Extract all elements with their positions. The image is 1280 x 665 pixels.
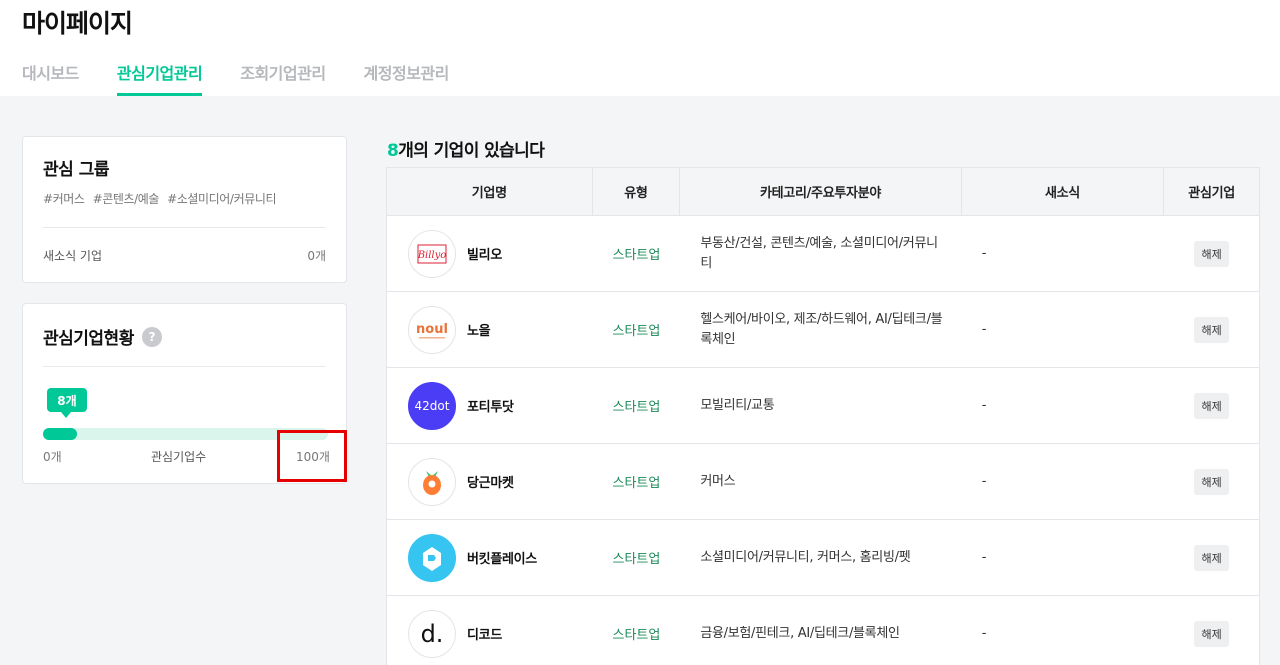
company-count-number: 8 bbox=[387, 141, 399, 161]
svg-text:d.: d. bbox=[421, 620, 444, 648]
tag: #커머스 bbox=[43, 192, 85, 206]
unfollow-button[interactable]: 해제 bbox=[1194, 468, 1229, 495]
company-type: 스타트업 bbox=[612, 400, 661, 415]
unfollow-button[interactable]: 해제 bbox=[1194, 316, 1229, 343]
company-type: 스타트업 bbox=[612, 248, 661, 263]
col-type: 유형 bbox=[593, 168, 681, 215]
company-news: - bbox=[981, 626, 987, 641]
company-category: 모빌리티/교통 bbox=[700, 397, 775, 413]
company-news: - bbox=[981, 246, 987, 261]
unfollow-button[interactable]: 해제 bbox=[1194, 240, 1229, 267]
company-name[interactable]: 당근마켓 bbox=[467, 472, 514, 491]
page-title: 마이페이지 bbox=[22, 9, 133, 38]
interest-group-title: 관심 그룹 bbox=[43, 160, 109, 180]
company-category: 헬스케어/바이오, 제조/하드웨어, AI/딥테크/블록체인 bbox=[700, 311, 943, 347]
news-companies-count: 0개 bbox=[307, 249, 326, 263]
highlight-box bbox=[277, 430, 347, 482]
table-header: 기업명 유형 카테고리/주요투자분야 새소식 관심기업 bbox=[387, 168, 1259, 216]
unfollow-button[interactable]: 해제 bbox=[1194, 620, 1229, 647]
company-type: 스타트업 bbox=[612, 628, 661, 643]
company-count-title: 8개의 기업이 있습니다 bbox=[387, 136, 545, 161]
company-type: 스타트업 bbox=[612, 324, 661, 339]
billyo-logo: Billyo bbox=[408, 229, 456, 278]
table-row[interactable]: 42dot 포티투닷 스타트업 모빌리티/교통 - 해제 bbox=[387, 368, 1259, 444]
tag: #소셜미디어/커뮤니티 bbox=[167, 192, 277, 206]
page-header: 마이페이지 대시보드 관심기업관리 조회기업관리 계정정보관리 bbox=[0, 0, 1280, 96]
news-companies-label: 새소식 기업 bbox=[43, 249, 103, 263]
col-company-name: 기업명 bbox=[387, 168, 593, 215]
tag: #콘텐츠/예술 bbox=[92, 192, 160, 206]
svg-text:42dot: 42dot bbox=[415, 399, 450, 413]
col-interest: 관심기업 bbox=[1188, 186, 1235, 201]
tab-viewed-companies[interactable]: 조회기업관리 bbox=[240, 58, 326, 96]
company-name[interactable]: 포티투닷 bbox=[467, 396, 514, 415]
company-news: - bbox=[981, 322, 987, 337]
company-category: 금융/보험/핀테크, AI/딥테크/블록체인 bbox=[700, 625, 900, 641]
interest-group-card: 관심 그룹 #커머스 #콘텐츠/예술 #소셜미디어/커뮤니티 새소식 기업 0개 bbox=[22, 136, 347, 283]
company-name[interactable]: 노을 bbox=[467, 320, 491, 339]
unfollow-button[interactable]: 해제 bbox=[1194, 544, 1229, 571]
company-news: - bbox=[981, 398, 987, 413]
company-name[interactable]: 빌리오 bbox=[467, 244, 502, 263]
table-row[interactable]: noul 노을 스타트업 헬스케어/바이오, 제조/하드웨어, AI/딥테크/블… bbox=[387, 292, 1259, 368]
42dot-logo: 42dot bbox=[408, 381, 456, 430]
tab-dashboard[interactable]: 대시보드 bbox=[22, 58, 79, 96]
divider bbox=[43, 366, 326, 367]
progress-caption: 관심기업수 bbox=[151, 450, 207, 464]
interest-tags: #커머스 #콘텐츠/예술 #소셜미디어/커뮤니티 bbox=[43, 190, 277, 207]
table-row[interactable]: d. 디코드 스타트업 금융/보험/핀테크, AI/딥테크/블록체인 - 해제 bbox=[387, 596, 1259, 665]
tab-interest-companies[interactable]: 관심기업관리 bbox=[116, 58, 203, 96]
current-count-bubble: 8개 bbox=[47, 388, 87, 418]
divider bbox=[43, 227, 326, 228]
question-circle-icon[interactable]: ? bbox=[141, 326, 162, 347]
company-category: 커머스 bbox=[700, 473, 736, 489]
interest-status-title: 관심기업현황 bbox=[43, 329, 134, 349]
interest-status-header: 관심기업현황 ? bbox=[43, 324, 162, 349]
interest-progress-fill bbox=[43, 428, 78, 440]
company-name[interactable]: 버킷플레이스 bbox=[467, 548, 537, 567]
company-table: 기업명 유형 카테고리/주요투자분야 새소식 관심기업 Billyo 빌리오 스… bbox=[386, 167, 1260, 665]
company-count-suffix: 개의 기업이 있습니다 bbox=[398, 141, 545, 161]
progress-min-label: 0개 bbox=[43, 450, 62, 464]
col-news: 새소식 bbox=[962, 168, 1165, 215]
company-news: - bbox=[981, 550, 987, 565]
company-type: 스타트업 bbox=[612, 552, 661, 567]
table-row[interactable]: Billyo 빌리오 스타트업 부동산/건설, 콘텐츠/예술, 소셜미디어/커뮤… bbox=[387, 216, 1259, 292]
bucketplace-logo bbox=[408, 533, 456, 582]
company-category: 소셜미디어/커뮤니티, 커머스, 홈리빙/펫 bbox=[700, 549, 911, 565]
unfollow-button[interactable]: 해제 bbox=[1194, 392, 1229, 419]
svg-text:noul: noul bbox=[416, 322, 448, 337]
tab-bar: 대시보드 관심기업관리 조회기업관리 계정정보관리 bbox=[22, 58, 449, 96]
company-type: 스타트업 bbox=[612, 476, 661, 491]
table-row[interactable]: 버킷플레이스 스타트업 소셜미디어/커뮤니티, 커머스, 홈리빙/펫 - 해제 bbox=[387, 520, 1259, 596]
col-category: 카테고리/주요투자분야 bbox=[680, 168, 962, 215]
company-news: - bbox=[981, 474, 987, 489]
dcode-logo: d. bbox=[408, 609, 456, 658]
noul-logo: noul bbox=[408, 305, 456, 354]
tab-account-info[interactable]: 계정정보관리 bbox=[364, 58, 450, 96]
carrot-logo bbox=[408, 457, 456, 506]
company-category: 부동산/건설, 콘텐츠/예술, 소셜미디어/커뮤니티 bbox=[700, 235, 938, 271]
company-name[interactable]: 디코드 bbox=[467, 624, 502, 643]
table-row[interactable]: 당근마켓 스타트업 커머스 - 해제 bbox=[387, 444, 1259, 520]
svg-text:Billyo: Billyo bbox=[417, 250, 447, 261]
